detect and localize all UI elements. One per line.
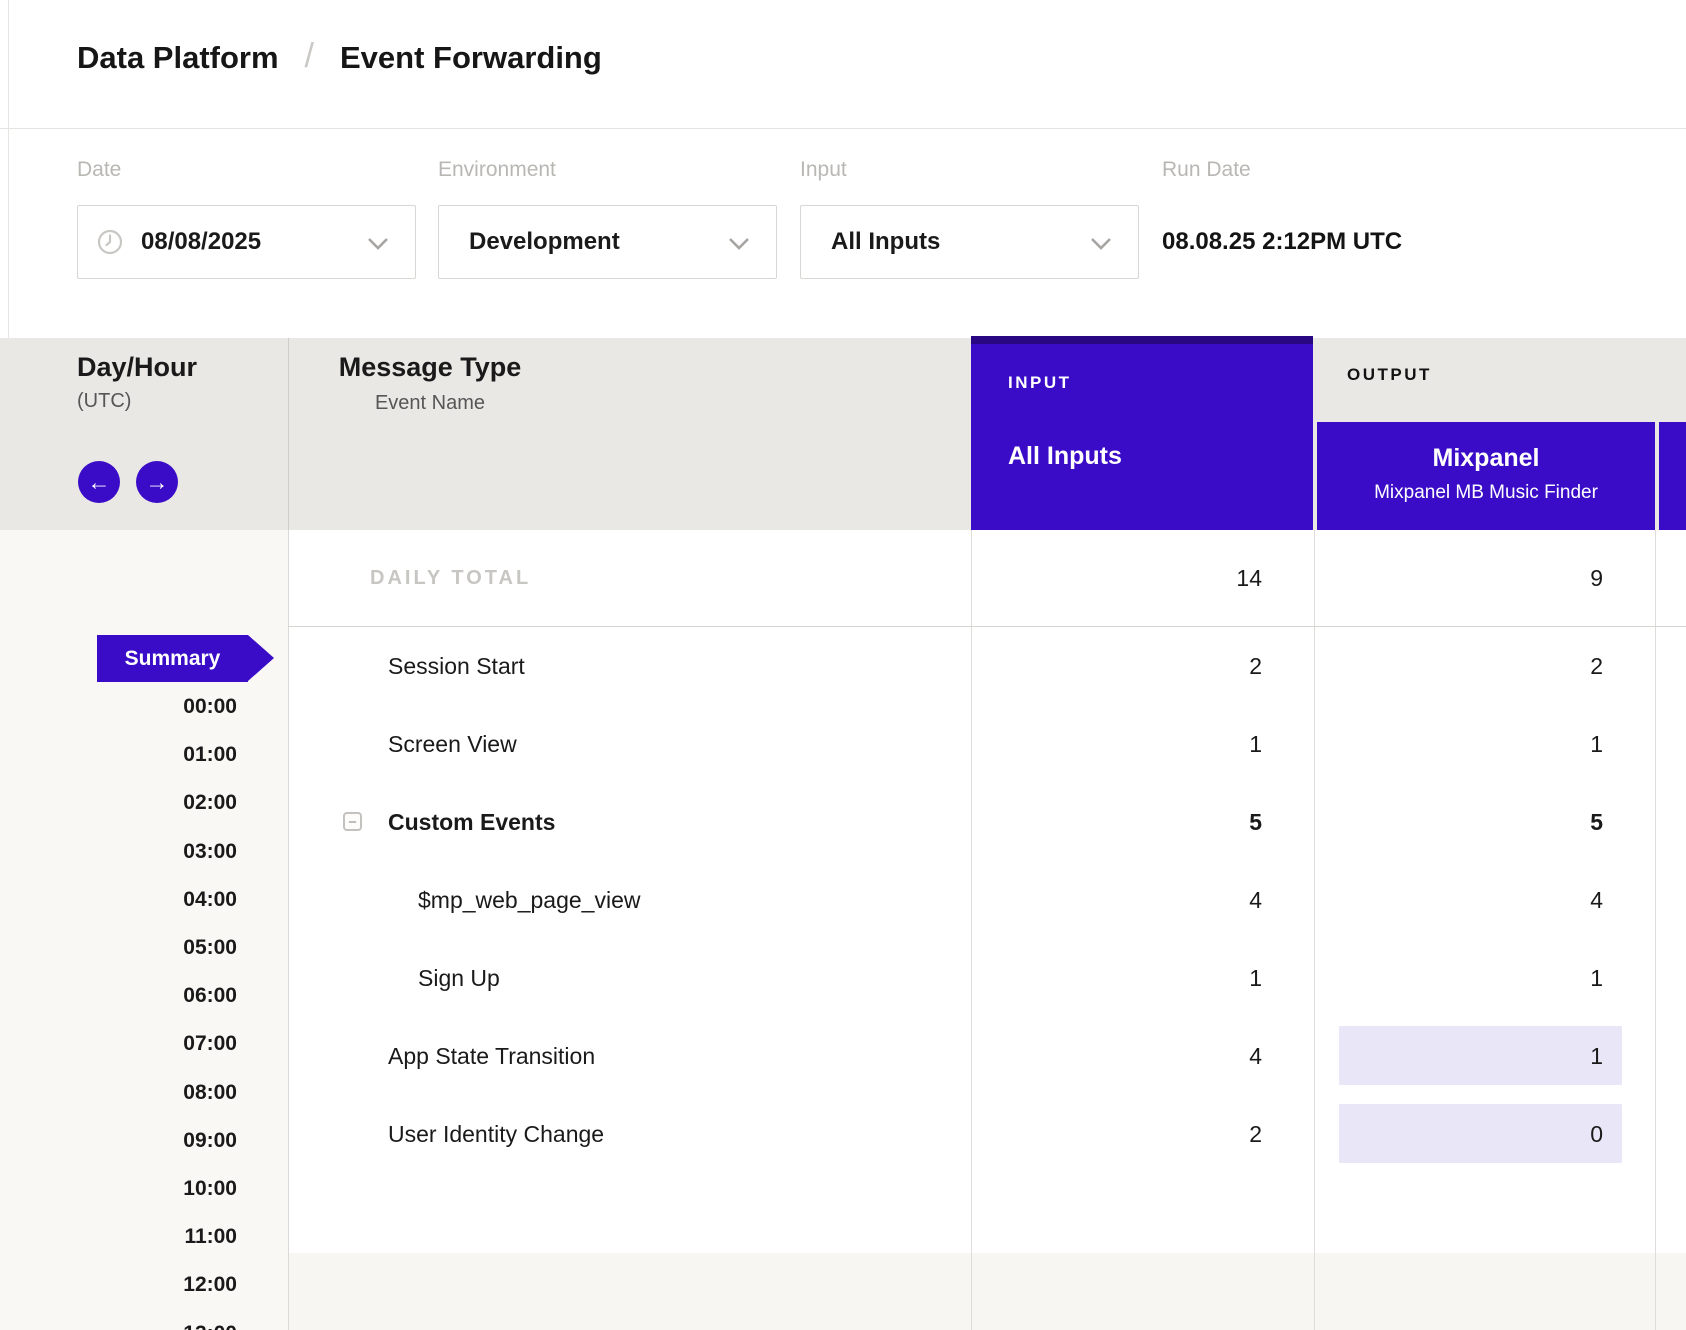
message-type-subtitle: Event Name [295,392,565,415]
output-column-title: Mixpanel [1317,444,1655,473]
page-title: Event Forwarding [340,40,602,76]
input-dropdown[interactable]: All Inputs [800,205,1139,279]
table-row-screen-view: Screen View 1 1 [288,705,1686,783]
summary-tab-label: Summary [125,647,221,671]
table-row-custom-events: − Custom Events 5 5 [288,783,1686,861]
previous-day-button[interactable]: ← [78,461,120,503]
table-row-user-identity-change: User Identity Change 2 0 [288,1095,1686,1173]
empty-area [288,1253,1686,1330]
event-name: User Identity Change [388,1095,604,1173]
output-count: 0 [1314,1095,1603,1173]
environment-value: Development [469,228,620,256]
daily-total-row: DAILY TOTAL 14 9 [288,530,1686,627]
event-name: $mp_web_page_view [418,861,641,939]
hour-label-09[interactable]: 09:00 [0,1128,237,1154]
output-column-subtitle: Mixpanel MB Music Finder [1317,482,1655,504]
table-row-session-start: Session Start 2 2 [288,627,1686,705]
summary-tab[interactable]: Summary [97,635,248,682]
output-count: 1 [1314,1017,1603,1095]
column-divider [288,338,289,530]
daily-total-output-value: 9 [1314,530,1603,626]
daily-total-input-value: 14 [971,530,1262,626]
chevron-down-icon [1090,237,1112,250]
date-value: 08/08/2025 [141,228,261,256]
output-count: 4 [1314,861,1603,939]
hour-label-12[interactable]: 12:00 [0,1272,237,1298]
hour-label-11[interactable]: 11:00 [0,1224,237,1250]
input-column-accent-strip [971,336,1313,344]
clock-icon [97,229,123,255]
hour-label-08[interactable]: 08:00 [0,1080,237,1106]
event-group-name: Custom Events [388,783,555,861]
event-name: App State Transition [388,1017,595,1095]
day-hour-subtitle: (UTC) [77,390,131,413]
header-divider [0,128,1686,129]
input-column-header[interactable]: INPUT All Inputs [971,344,1313,530]
event-name: Sign Up [418,939,500,1017]
hour-label-00[interactable]: 00:00 [0,694,237,720]
hour-label-07[interactable]: 07:00 [0,1031,237,1057]
table-row-mp-web-page-view: $mp_web_page_view 4 4 [288,861,1686,939]
event-name: Session Start [388,627,525,705]
date-filter-label: Date [77,158,121,182]
input-count: 1 [971,705,1262,783]
breadcrumb: Data Platform / Event Forwarding [77,38,602,77]
output-count: 2 [1314,627,1603,705]
input-value: All Inputs [831,228,940,256]
hour-label-06[interactable]: 06:00 [0,983,237,1009]
input-count: 2 [971,627,1262,705]
table-row-sign-up: Sign Up 1 1 [288,939,1686,1017]
output-count: 5 [1314,783,1603,861]
input-filter-label: Input [800,158,847,182]
event-forwarding-page: Data Platform / Event Forwarding Date En… [0,0,1686,1330]
output-count: 1 [1314,705,1603,783]
daily-total-label: DAILY TOTAL [370,530,531,626]
collapse-toggle-icon[interactable]: − [343,812,362,831]
input-count: 2 [971,1095,1262,1173]
input-group-label: INPUT [1008,373,1072,393]
input-count: 4 [971,861,1262,939]
chevron-down-icon [728,237,750,250]
run-date-value: 08.08.25 2:12PM UTC [1162,205,1402,279]
output-count: 1 [1314,939,1603,1017]
next-day-button[interactable]: → [136,461,178,503]
hour-label-10[interactable]: 10:00 [0,1176,237,1202]
breadcrumb-section[interactable]: Data Platform [77,40,279,76]
input-count: 1 [971,939,1262,1017]
environment-filter-label: Environment [438,158,556,182]
input-count: 4 [971,1017,1262,1095]
chevron-down-icon [367,237,389,250]
input-count: 5 [971,783,1262,861]
hour-label-03[interactable]: 03:00 [0,839,237,865]
run-date-label: Run Date [1162,158,1251,182]
message-type-title: Message Type [295,352,565,383]
event-rows: Session Start 2 2 Screen View 1 1 − Cust… [288,627,1686,1173]
day-hour-header: Day/Hour [77,352,197,383]
hour-label-13[interactable]: 13:00 [0,1321,237,1330]
hour-label-04[interactable]: 04:00 [0,887,237,913]
environment-dropdown[interactable]: Development [438,205,777,279]
hour-label-01[interactable]: 01:00 [0,742,237,768]
table-row-app-state-transition: App State Transition 4 1 [288,1017,1686,1095]
arrow-right-icon: → [146,469,169,496]
breadcrumb-separator: / [305,37,314,76]
output-column-header[interactable]: Mixpanel Mixpanel MB Music Finder [1317,422,1655,530]
output-group-label: OUTPUT [1347,365,1432,385]
date-dropdown[interactable]: 08/08/2025 [77,205,416,279]
message-type-header: Message Type Event Name [295,352,565,415]
input-column-title: All Inputs [1008,442,1122,471]
arrow-left-icon: ← [88,469,111,496]
next-output-column-stub [1659,422,1686,530]
hour-label-02[interactable]: 02:00 [0,790,237,816]
hour-label-05[interactable]: 05:00 [0,935,237,961]
event-name: Screen View [388,705,517,783]
